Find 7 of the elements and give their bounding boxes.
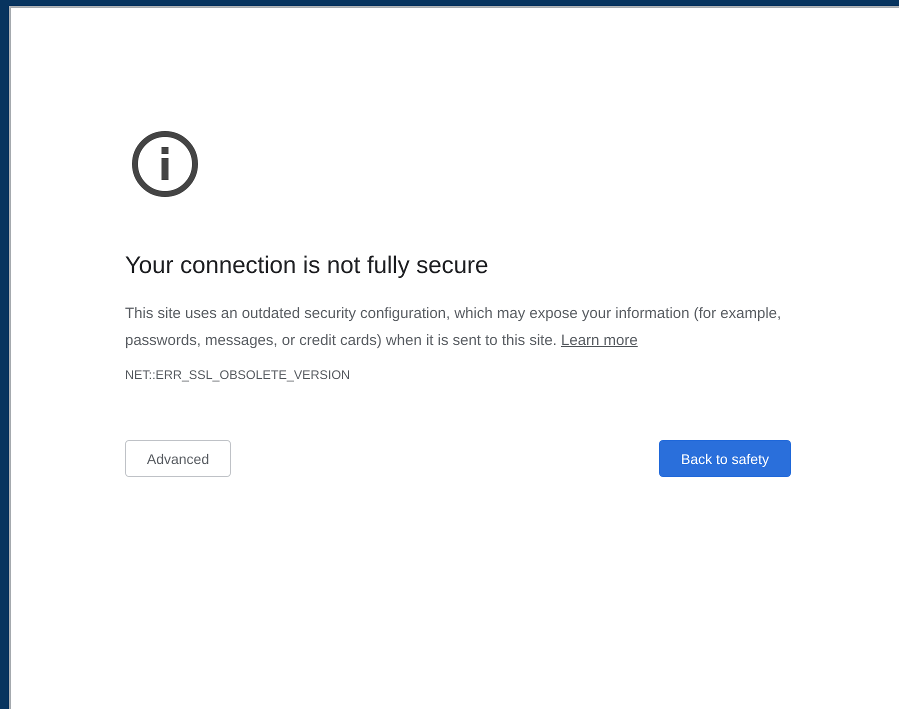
error-code: NET::ERR_SSL_OBSOLETE_VERSION bbox=[125, 368, 352, 382]
page-heading: Your connection is not fully secure bbox=[125, 251, 490, 281]
learn-more-link[interactable]: Learn more bbox=[561, 332, 638, 349]
advanced-button[interactable]: Advanced bbox=[125, 440, 231, 477]
info-icon bbox=[131, 130, 199, 198]
back-to-safety-button[interactable]: Back to safety bbox=[659, 440, 791, 477]
error-message: This site uses an outdated security configuration, which may expose your information (for example, passwords, messages, or credit cards) when it is sent to this site. Learn more bbox=[125, 304, 782, 351]
